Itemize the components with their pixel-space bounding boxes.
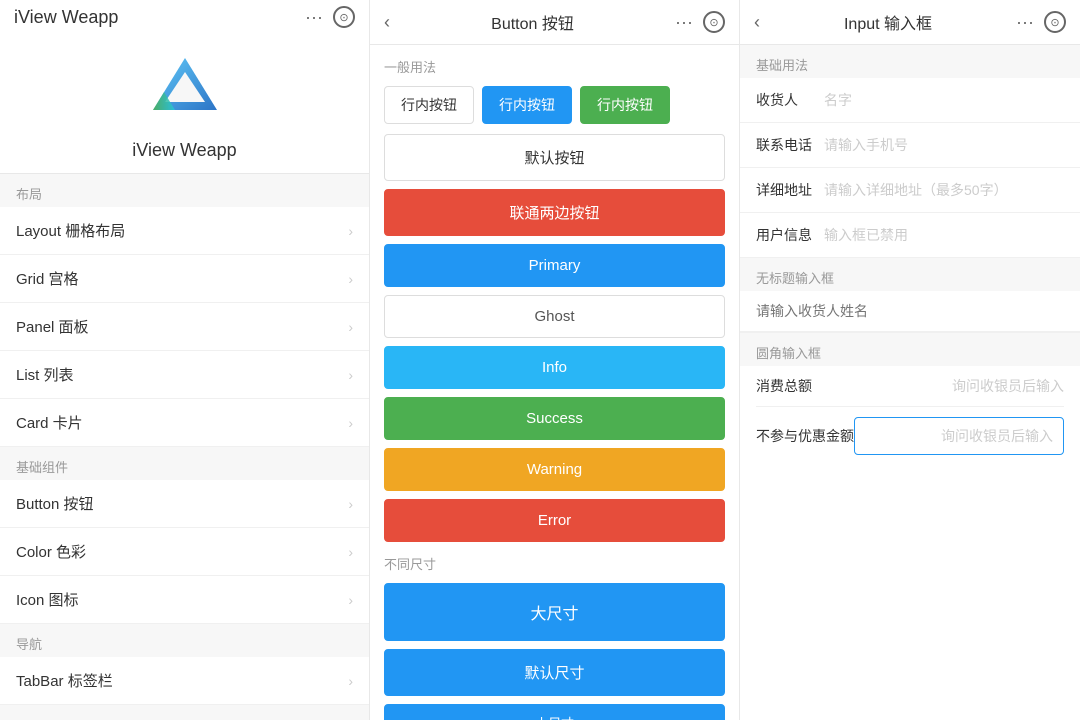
input-placeholder[interactable]: 名字 (816, 90, 1064, 110)
input-placeholder[interactable]: 请输入详细地址（最多50字） (816, 180, 1064, 200)
app-title: iView Weapp (14, 7, 118, 28)
left-logo-area: iView Weapp (0, 34, 369, 174)
input-label: 详细地址 (756, 180, 816, 200)
sidebar-item-tabbar[interactable]: TabBar 标签栏 › (0, 657, 369, 705)
no-title-input[interactable] (740, 291, 1080, 332)
rounded-label: 不参与优惠金额 (756, 426, 854, 446)
sidebar-item-label: TabBar 标签栏 (16, 670, 113, 691)
input-row-userinfo: 用户信息 输入框已禁用 (740, 213, 1080, 258)
primary-button[interactable]: Primary (384, 244, 725, 287)
default-button[interactable]: 默认按钮 (384, 134, 725, 181)
sidebar-item-button[interactable]: Button 按钮 › (0, 480, 369, 528)
input-placeholder[interactable]: 请输入手机号 (816, 135, 1064, 155)
sidebar-item-icon[interactable]: Icon 图标 › (0, 576, 369, 624)
section-title-nav: 导航 (0, 624, 369, 657)
dots-icon[interactable]: ··· (1016, 12, 1034, 33)
sidebar-item-list[interactable]: List 列表 › (0, 351, 369, 399)
middle-panel: ‹ Button 按钮 ··· ⊙ 一般用法 行内按钮 行内按钮 行内按钮 默认… (370, 0, 740, 720)
rounded-placeholder[interactable]: 询问收银员后输入 (816, 376, 1064, 396)
rounded-input-row-1: 消费总额 询问收银员后输入 (756, 366, 1064, 407)
circle-icon[interactable]: ⊙ (1044, 11, 1066, 33)
warning-button[interactable]: Warning (384, 448, 725, 491)
chevron-right-icon: › (348, 415, 353, 431)
left-nav: 布局 Layout 栅格布局 › Grid 宫格 › Panel 面板 › Li… (0, 174, 369, 720)
left-header-bar: iView Weapp ··· ⊙ (0, 0, 369, 34)
middle-header: ‹ Button 按钮 ··· ⊙ (370, 0, 739, 45)
logo-title: iView Weapp (0, 140, 369, 161)
sidebar-item-card[interactable]: Card 卡片 › (0, 399, 369, 447)
middle-content: 一般用法 行内按钮 行内按钮 行内按钮 默认按钮 联通两边按钮 Primary … (370, 45, 739, 720)
medium-button[interactable]: 默认尺寸 (384, 649, 725, 696)
sidebar-item-label: Color 色彩 (16, 541, 86, 562)
middle-header-icons: ··· ⊙ (675, 11, 725, 33)
rounded-inputs-section: 消费总额 询问收银员后输入 不参与优惠金额 询问收银员后输入 (740, 366, 1080, 465)
sidebar-item-label: Icon 图标 (16, 589, 79, 610)
ghost-button[interactable]: Ghost (384, 295, 725, 338)
sidebar-item-label: Layout 栅格布局 (16, 220, 125, 241)
dots-icon[interactable]: ··· (675, 12, 693, 33)
chevron-right-icon: › (348, 223, 353, 239)
rounded-placeholder-highlighted[interactable]: 询问收银员后输入 (854, 417, 1064, 455)
sidebar-item-panel[interactable]: Panel 面板 › (0, 303, 369, 351)
right-section3-label: 圆角输入框 (740, 333, 1080, 366)
circle-icon[interactable]: ⊙ (333, 6, 355, 28)
inline-button-3[interactable]: 行内按钮 (580, 86, 670, 124)
chevron-right-icon: › (348, 544, 353, 560)
chevron-right-icon: › (348, 592, 353, 608)
chevron-right-icon: › (348, 673, 353, 689)
section-title-layout: 布局 (0, 174, 369, 207)
section2-label: 不同尺寸 (384, 554, 725, 573)
sidebar-item-label: Panel 面板 (16, 316, 89, 337)
chevron-right-icon: › (348, 319, 353, 335)
input-row-recipient: 收货人 名字 (740, 78, 1080, 123)
app-logo (145, 50, 225, 130)
sidebar-item-label: List 列表 (16, 364, 74, 385)
input-row-phone: 联系电话 请输入手机号 (740, 123, 1080, 168)
chevron-right-icon: › (348, 496, 353, 512)
section1-label: 一般用法 (384, 57, 725, 76)
right-content: 基础用法 收货人 名字 联系电话 请输入手机号 详细地址 请输入详细地址（最多5… (740, 45, 1080, 720)
inline-button-1[interactable]: 行内按钮 (384, 86, 474, 124)
large-button[interactable]: 大尺寸 (384, 583, 725, 641)
success-button[interactable]: Success (384, 397, 725, 440)
sidebar-item-color[interactable]: Color 色彩 › (0, 528, 369, 576)
dots-icon[interactable]: ··· (305, 7, 323, 28)
sidebar-item-label: Grid 宫格 (16, 268, 79, 289)
error-button[interactable]: Error (384, 499, 725, 542)
input-disabled-value: 输入框已禁用 (816, 225, 1064, 245)
inline-button-2[interactable]: 行内按钮 (482, 86, 572, 124)
right-panel: ‹ Input 输入框 ··· ⊙ 基础用法 收货人 名字 联系电话 请输入手机… (740, 0, 1080, 720)
right-section1-label: 基础用法 (740, 45, 1080, 78)
back-button[interactable]: ‹ (384, 12, 390, 33)
middle-title: Button 按钮 (491, 10, 574, 34)
input-label: 用户信息 (756, 225, 816, 245)
inline-buttons-row: 行内按钮 行内按钮 行内按钮 (384, 86, 725, 124)
sidebar-item-grid[interactable]: Grid 宫格 › (0, 255, 369, 303)
rounded-label: 消费总额 (756, 376, 816, 396)
info-button[interactable]: Info (384, 346, 725, 389)
rounded-input-row-2: 不参与优惠金额 询问收银员后输入 (756, 407, 1064, 465)
left-panel: iView Weapp ··· ⊙ (0, 0, 370, 720)
sidebar-item-label: Card 卡片 (16, 412, 83, 433)
sidebar-item-layout[interactable]: Layout 栅格布局 › (0, 207, 369, 255)
header-icons: ··· ⊙ (305, 6, 355, 28)
right-title: Input 输入框 (844, 10, 932, 34)
small-button[interactable]: 小尺寸 (384, 704, 725, 720)
right-header-icons: ··· ⊙ (1016, 11, 1066, 33)
section-title-components: 基础组件 (0, 447, 369, 480)
liantong-button[interactable]: 联通两边按钮 (384, 189, 725, 236)
input-row-address: 详细地址 请输入详细地址（最多50字） (740, 168, 1080, 213)
right-back-button[interactable]: ‹ (754, 12, 760, 33)
input-label: 联系电话 (756, 135, 816, 155)
chevron-right-icon: › (348, 367, 353, 383)
circle-icon[interactable]: ⊙ (703, 11, 725, 33)
right-header: ‹ Input 输入框 ··· ⊙ (740, 0, 1080, 45)
input-label: 收货人 (756, 90, 816, 110)
chevron-right-icon: › (348, 271, 353, 287)
right-section2-label: 无标题输入框 (740, 258, 1080, 291)
sidebar-item-label: Button 按钮 (16, 493, 94, 514)
